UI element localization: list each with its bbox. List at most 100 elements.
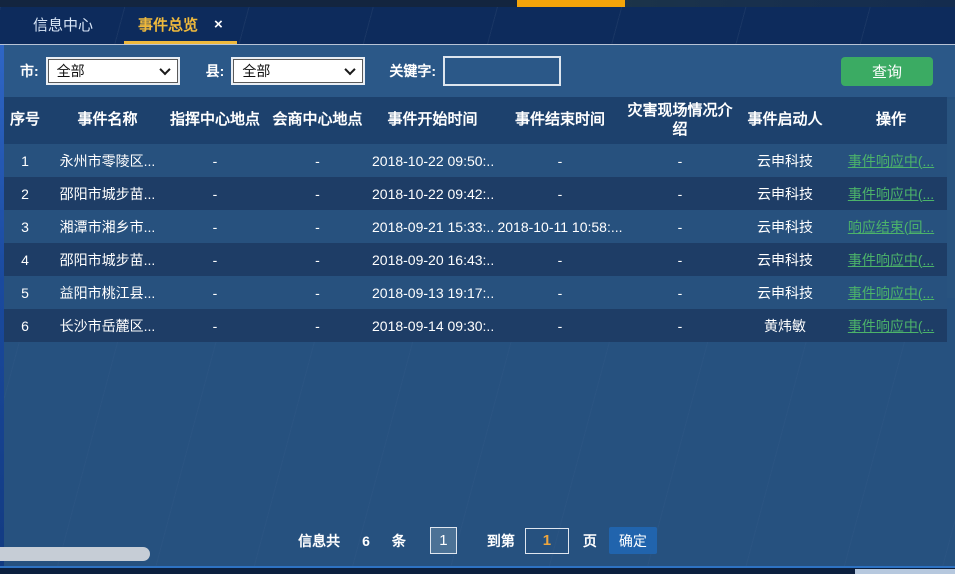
cell-start-time: 2018-09-14 09:30:... [370, 309, 495, 342]
cell-start-time: 2018-09-21 15:33:... [370, 210, 495, 243]
cell-consult-center: - [265, 144, 370, 177]
col-header-actions: 操作 [835, 97, 947, 144]
cell-no: 3 [0, 210, 50, 243]
cell-consult-center: - [265, 177, 370, 210]
cell-end-time: 2018-10-11 10:58:... [495, 210, 625, 243]
tab-bar: 信息中心 事件总览 × [0, 7, 955, 45]
col-header-command-center: 指挥中心地点 [165, 97, 265, 144]
cell-starter: 云申科技 [735, 276, 835, 309]
cell-scene-intro: - [625, 243, 735, 276]
cell-starter: 黄炜敏 [735, 309, 835, 342]
event-action-link[interactable]: 事件响应中(... [848, 153, 934, 169]
county-label: 县: [206, 61, 225, 81]
chevron-down-icon [345, 64, 356, 75]
main-content: 市: 全部 县: 全部 关键字: 查询 序号 [0, 45, 955, 574]
city-select[interactable]: 全部 [46, 57, 180, 85]
county-select[interactable]: 全部 [231, 57, 365, 85]
cell-end-time: - [495, 276, 625, 309]
cell-consult-center: - [265, 243, 370, 276]
cell-no: 4 [0, 243, 50, 276]
table-row: 6 长沙市岳麓区... - - 2018-09-14 09:30:... - -… [0, 309, 947, 342]
cell-start-time: 2018-09-20 16:43:... [370, 243, 495, 276]
close-icon[interactable]: × [214, 17, 223, 32]
cell-event-name: 永州市零陵区... [50, 144, 165, 177]
cell-event-name: 邵阳市城步苗... [50, 177, 165, 210]
cell-no: 5 [0, 276, 50, 309]
cell-consult-center: - [265, 276, 370, 309]
table-row: 2 邵阳市城步苗... - - 2018-10-22 09:42:... - -… [0, 177, 947, 210]
cell-end-time: - [495, 309, 625, 342]
table-row: 3 湘潭市湘乡市... - - 2018-09-21 15:33:... 201… [0, 210, 947, 243]
cell-command-center: - [165, 276, 265, 309]
goto-page-input[interactable] [525, 528, 569, 554]
keyword-label: 关键字: [389, 61, 436, 81]
search-button[interactable]: 查询 [841, 57, 933, 86]
cell-command-center: - [165, 309, 265, 342]
cell-command-center: - [165, 243, 265, 276]
table-row: 4 邵阳市城步苗... - - 2018-09-20 16:43:... - -… [0, 243, 947, 276]
cell-consult-center: - [265, 210, 370, 243]
pagination-unit: 条 [392, 531, 406, 551]
col-header-starter: 事件启动人 [735, 97, 835, 144]
goto-page-label: 到第 [487, 531, 515, 551]
cell-no: 2 [0, 177, 50, 210]
cell-scene-intro: - [625, 276, 735, 309]
table-header-row: 序号 事件名称 指挥中心地点 会商中心地点 事件开始时间 事件结束时间 灾害现场… [0, 97, 947, 144]
col-header-consult-center: 会商中心地点 [265, 97, 370, 144]
keyword-input[interactable] [443, 56, 561, 86]
event-action-link[interactable]: 事件响应中(... [848, 285, 934, 301]
bottom-edge-bar [0, 568, 955, 574]
pagination-info-prefix: 信息共 [298, 531, 340, 551]
cell-command-center: - [165, 144, 265, 177]
bottom-right-scrollbar-thumb[interactable] [855, 569, 955, 574]
cell-start-time: 2018-09-13 19:17:... [370, 276, 495, 309]
cell-starter: 云申科技 [735, 144, 835, 177]
page-suffix-label: 页 [583, 531, 597, 551]
cell-no: 1 [0, 144, 50, 177]
cell-event-name: 益阳市桃江县... [50, 276, 165, 309]
cell-end-time: - [495, 177, 625, 210]
city-select-value: 全部 [57, 61, 85, 81]
cell-event-name: 长沙市岳麓区... [50, 309, 165, 342]
col-header-scene-intro: 灾害现场情况介绍 [625, 97, 735, 144]
tab-event-overview[interactable]: 事件总览 × [124, 7, 237, 44]
col-header-start-time: 事件开始时间 [370, 97, 495, 144]
cell-starter: 云申科技 [735, 243, 835, 276]
cell-scene-intro: - [625, 309, 735, 342]
cell-start-time: 2018-10-22 09:50:... [370, 144, 495, 177]
cell-scene-intro: - [625, 177, 735, 210]
top-accent-bar [517, 0, 625, 7]
horizontal-scrollbar-thumb[interactable] [0, 547, 150, 561]
city-label: 市: [20, 61, 39, 81]
table-row: 5 益阳市桃江县... - - 2018-09-13 19:17:... - -… [0, 276, 947, 309]
cell-end-time: - [495, 144, 625, 177]
col-header-end-time: 事件结束时间 [495, 97, 625, 144]
cell-command-center: - [165, 177, 265, 210]
confirm-button[interactable]: 确定 [609, 527, 657, 554]
event-action-link[interactable]: 事件响应中(... [848, 252, 934, 268]
tab-info-center[interactable]: 信息中心 [33, 7, 93, 44]
left-edge-strip [0, 45, 4, 574]
vertical-scrollbar-track[interactable] [947, 99, 955, 298]
event-action-link[interactable]: 响应结束(回... [848, 219, 934, 235]
tab-event-overview-label: 事件总览 [138, 14, 198, 35]
cell-no: 6 [0, 309, 50, 342]
events-table: 序号 事件名称 指挥中心地点 会商中心地点 事件开始时间 事件结束时间 灾害现场… [0, 97, 947, 342]
table-row: 1 永州市零陵区... - - 2018-10-22 09:50:... - -… [0, 144, 947, 177]
cell-event-name: 湘潭市湘乡市... [50, 210, 165, 243]
cell-start-time: 2018-10-22 09:42:... [370, 177, 495, 210]
cell-end-time: - [495, 243, 625, 276]
filter-bar: 市: 全部 县: 全部 关键字: 查询 [0, 45, 955, 97]
page-number-button[interactable]: 1 [430, 527, 457, 554]
top-strip [0, 0, 955, 7]
event-overview-app: 信息中心 事件总览 × 市: 全部 县: 全部 关键字: 查询 [0, 0, 955, 574]
pagination-total-count: 6 [362, 533, 370, 549]
cell-scene-intro: - [625, 210, 735, 243]
event-action-link[interactable]: 事件响应中(... [848, 318, 934, 334]
cell-starter: 云申科技 [735, 210, 835, 243]
event-action-link[interactable]: 事件响应中(... [848, 186, 934, 202]
county-select-value: 全部 [242, 61, 270, 81]
cell-scene-intro: - [625, 144, 735, 177]
chevron-down-icon [159, 64, 170, 75]
cell-command-center: - [165, 210, 265, 243]
